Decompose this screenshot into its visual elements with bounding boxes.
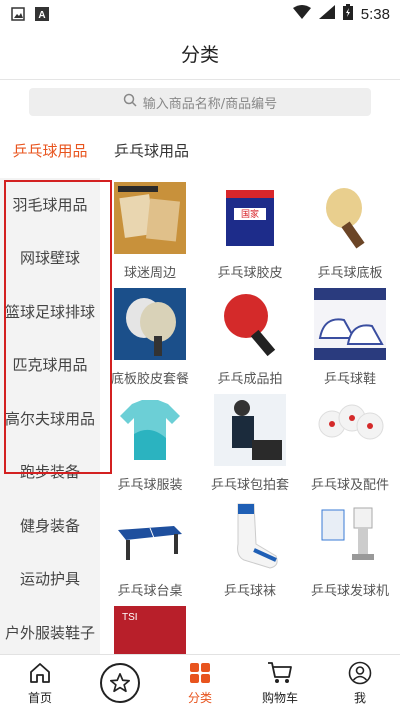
product-item[interactable]: 国家 乒乓球胶皮 xyxy=(200,176,300,282)
a-box-icon: A xyxy=(34,6,50,22)
partial-image: TSI xyxy=(114,606,186,654)
product-item[interactable]: 乒乓球台桌 xyxy=(100,494,200,600)
battery-icon xyxy=(342,4,353,24)
product-item[interactable]: 乒乓球服装 xyxy=(100,388,200,494)
product-label: 乒乓球发球机 xyxy=(310,584,389,599)
tab-label: 购物车 xyxy=(261,691,298,705)
shoes-image xyxy=(314,288,386,360)
product-item[interactable]: 乒乓成品拍 xyxy=(200,282,300,388)
sidebar-item-table-tennis[interactable]: 乒乓球用品 xyxy=(0,124,100,178)
home-icon xyxy=(27,660,53,686)
product-label: 乒乓成品拍 xyxy=(217,372,283,387)
product-item[interactable]: 球迷周边 xyxy=(100,176,200,282)
search-input[interactable]: 输入商品名称/商品编号 xyxy=(29,88,371,116)
product-label: 乒乓球鞋 xyxy=(323,372,376,387)
product-content: 乒乓球用品 球迷周边 国家 乒乓球胶皮 乒乓球底板 底板胶皮套餐 乒乓成品拍 乒… xyxy=(100,124,400,654)
search-bar: 输入商品名称/商品编号 xyxy=(0,80,400,124)
status-time: 5:38 xyxy=(360,5,390,23)
combo-image xyxy=(114,288,186,360)
highlight-box xyxy=(4,180,112,474)
rubber-image: 国家 xyxy=(214,182,286,254)
tab-home[interactable]: 首页 xyxy=(0,655,80,711)
product-grid: 球迷周边 国家 乒乓球胶皮 乒乓球底板 底板胶皮套餐 乒乓成品拍 乒乓球鞋 乒乓… xyxy=(100,176,400,654)
socks-image xyxy=(214,500,286,572)
product-label: 乒乓球包拍套 xyxy=(210,478,289,493)
robot-image xyxy=(314,500,386,572)
product-item[interactable]: 乒乓球袜 xyxy=(200,494,300,600)
signal-icon xyxy=(318,5,335,23)
product-item[interactable]: 乒乓球底板 xyxy=(300,176,400,282)
cart-icon xyxy=(267,660,293,686)
tab-cart[interactable]: 购物车 xyxy=(240,655,320,711)
search-icon xyxy=(123,93,137,111)
product-item[interactable]: 乒乓球鞋 xyxy=(300,282,400,388)
tab-label: 分类 xyxy=(187,691,212,705)
tab-label: 我 xyxy=(353,691,366,705)
product-label: 乒乓球服装 xyxy=(117,478,183,493)
product-label: 球迷周边 xyxy=(123,266,176,281)
bottom-tabbar: 首页 分类 购物车 我 xyxy=(0,654,400,711)
blade-image xyxy=(314,182,386,254)
product-label: 底板胶皮套餐 xyxy=(110,372,189,387)
table-image xyxy=(114,500,186,572)
tab-me[interactable]: 我 xyxy=(320,655,400,711)
user-icon xyxy=(347,660,373,686)
svg-text:国家: 国家 xyxy=(241,208,259,220)
image-icon xyxy=(10,6,26,22)
racket-image xyxy=(214,288,286,360)
balls-image xyxy=(314,394,386,466)
product-item[interactable]: 乒乓球及配件 xyxy=(300,388,400,494)
shirt-image xyxy=(114,394,186,466)
product-label: 乒乓球及配件 xyxy=(310,478,389,493)
product-item[interactable]: 乒乓球包拍套 xyxy=(200,388,300,494)
svg-text:TSI: TSI xyxy=(122,612,138,623)
svg-text:A: A xyxy=(38,10,45,21)
product-label: 乒乓球袜 xyxy=(223,584,276,599)
product-item[interactable]: 底板胶皮套餐 xyxy=(100,282,200,388)
product-item[interactable]: TSI xyxy=(100,600,200,654)
star-icon xyxy=(100,663,140,703)
tab-label: 首页 xyxy=(27,691,52,705)
product-label: 乒乓球台桌 xyxy=(117,584,183,599)
sidebar-item-outdoor[interactable]: 户外服装鞋子 xyxy=(0,606,100,655)
sidebar-item-protection[interactable]: 运动护具 xyxy=(0,552,100,606)
page-title: 分类 xyxy=(0,28,400,80)
product-item[interactable]: 乒乓球发球机 xyxy=(300,494,400,600)
search-placeholder: 输入商品名称/商品编号 xyxy=(142,96,278,112)
fan-merch-image xyxy=(114,182,186,254)
product-label: 乒乓球胶皮 xyxy=(217,266,283,281)
wifi-icon xyxy=(292,5,311,23)
product-label: 乒乓球底板 xyxy=(317,266,383,281)
sidebar-item-fitness[interactable]: 健身装备 xyxy=(0,499,100,553)
bag-image xyxy=(214,394,286,466)
category-icon xyxy=(187,660,213,686)
tab-category[interactable]: 分类 xyxy=(160,655,240,711)
status-right: 5:38 xyxy=(292,4,390,24)
status-left: A xyxy=(10,6,50,22)
section-title: 乒乓球用品 xyxy=(114,141,190,160)
tab-favorites[interactable] xyxy=(80,655,160,711)
status-bar: A 5:38 xyxy=(0,0,400,28)
